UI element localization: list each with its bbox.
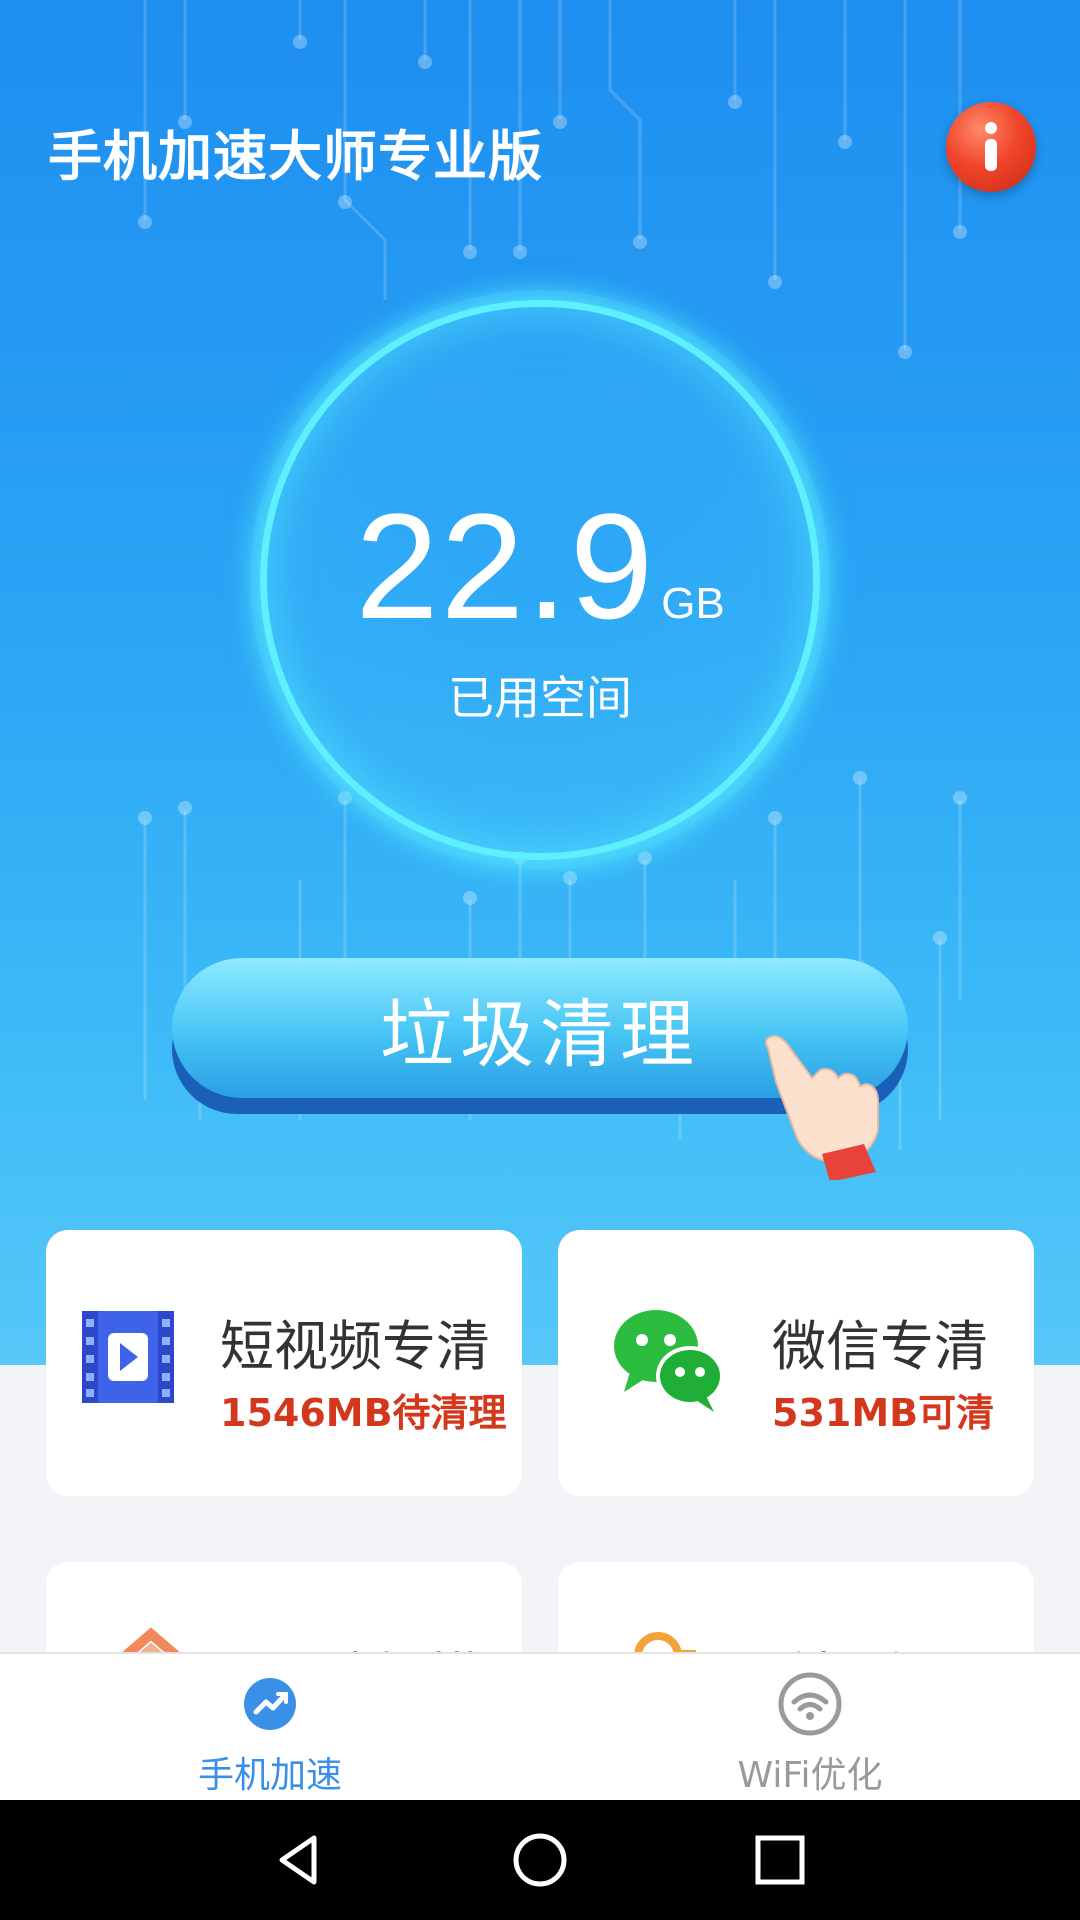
app-title: 手机加速大师专业版 — [48, 125, 543, 188]
system-navigation-bar — [0, 1800, 1080, 1920]
tab-label: 手机加速 — [197, 1755, 342, 1796]
wechat-clean-card[interactable]: 微信专清 531MB可清 — [558, 1230, 1034, 1496]
info-icon — [985, 122, 997, 171]
wechat-icon — [614, 1310, 724, 1412]
card-subtitle: 1546MB待清理 — [220, 1391, 507, 1435]
pointing-hand-icon — [765, 1034, 879, 1180]
tab-label: WiFi优化 — [737, 1755, 883, 1796]
card-subtitle: 531MB可清 — [772, 1391, 995, 1435]
short-video-clean-card[interactable]: 短视频专清 1546MB待清理 — [46, 1230, 522, 1496]
info-button[interactable] — [946, 102, 1036, 192]
storage-label: 已用空间 — [448, 671, 632, 725]
storage-unit: GB — [661, 579, 725, 628]
card-title: 短视频专清 — [220, 1315, 490, 1378]
tab-phone-speedup[interactable]: 手机加速 — [120, 1654, 420, 1802]
home-icon[interactable] — [510, 1830, 570, 1890]
tab-wifi-optimize[interactable]: WiFi优化 — [660, 1654, 960, 1802]
speed-icon — [244, 1678, 296, 1730]
card-title: 微信专清 — [772, 1315, 988, 1378]
bottom-tab-bar: 手机加速 WiFi优化 — [0, 1652, 1080, 1800]
recents-icon[interactable] — [750, 1830, 810, 1890]
video-icon — [82, 1311, 174, 1403]
storage-value: 22.9 — [355, 482, 656, 650]
wifi-icon — [778, 1672, 842, 1736]
back-icon[interactable] — [270, 1830, 330, 1890]
hero-panel: 手机加速大师专业版 22.9 GB 已用空间 垃圾清理 — [0, 0, 1080, 1365]
storage-readout: 22.9 GB — [260, 480, 820, 653]
